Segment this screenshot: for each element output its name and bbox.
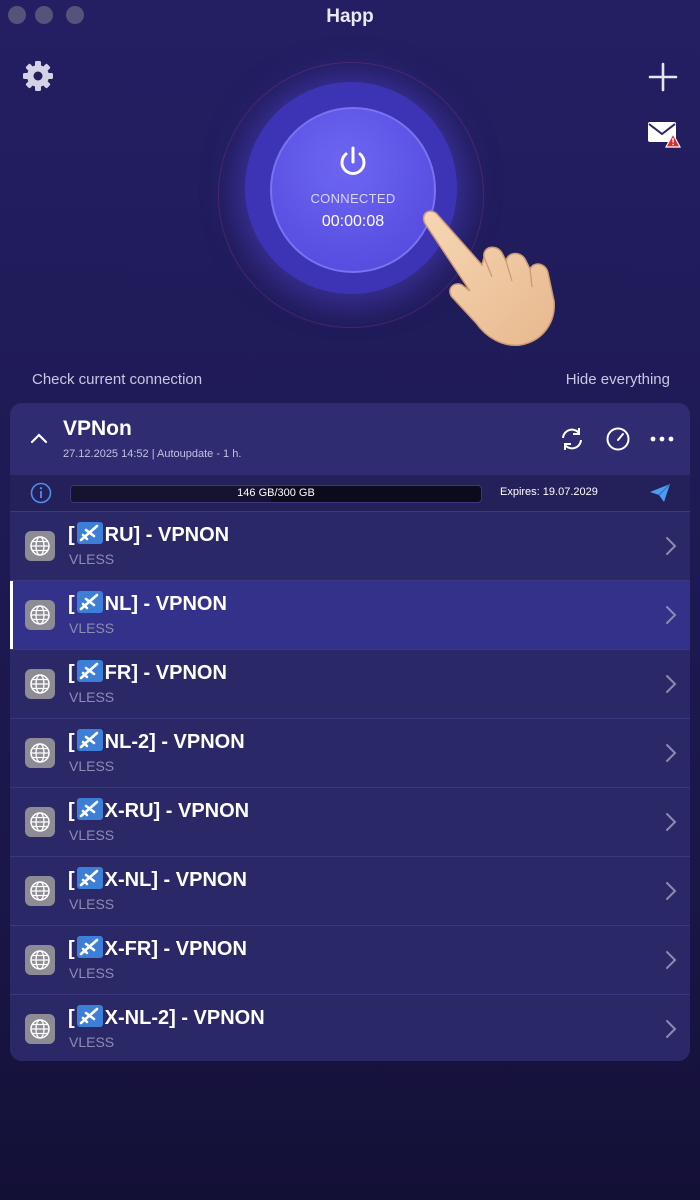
- chevron-right-icon: [666, 882, 677, 900]
- airplane-icon: [76, 522, 103, 544]
- globe-icon: [25, 669, 55, 699]
- chevron-right-icon: [666, 675, 677, 693]
- server-title: RU] - VPNON: [104, 524, 230, 546]
- globe-icon: [25, 876, 55, 906]
- chevron-right-icon: [666, 1020, 677, 1038]
- server-row[interactable]: [ X-NL-2] - VPNON VLESS: [10, 994, 690, 1061]
- server-name: [ NL-2] - VPNON: [68, 729, 245, 754]
- chevron-up-icon[interactable]: [28, 427, 50, 449]
- server-protocol: VLESS: [69, 896, 115, 912]
- airplane-icon: [76, 660, 103, 682]
- airplane-icon: [76, 591, 103, 613]
- chevron-right-icon: [666, 537, 677, 555]
- server-flag-bracket: [: [68, 593, 75, 615]
- server-protocol: VLESS: [69, 1034, 115, 1050]
- server-row[interactable]: [ NL] - VPNON VLESS: [10, 580, 690, 649]
- server-protocol: VLESS: [69, 758, 115, 774]
- server-flag-bracket: [: [68, 1007, 75, 1029]
- globe-icon: [25, 600, 55, 630]
- telegram-send-icon[interactable]: [648, 481, 672, 505]
- connection-status: CONNECTED: [310, 191, 396, 206]
- connection-timer: 00:00:08: [321, 213, 385, 230]
- globe-icon: [25, 738, 55, 768]
- server-protocol: VLESS: [69, 827, 115, 843]
- globe-icon: [25, 945, 55, 975]
- mail-alert-icon[interactable]: [646, 116, 682, 150]
- server-flag-bracket: [: [68, 731, 75, 753]
- subscription-header: VPNon 27.12.2025 14:52 | Autoupdate - 1 …: [10, 403, 690, 475]
- server-name: [ X-NL] - VPNON: [68, 867, 247, 892]
- title-bar: Happ: [0, 0, 700, 36]
- subscription-card: VPNon 27.12.2025 14:52 | Autoupdate - 1 …: [10, 403, 690, 1061]
- server-row[interactable]: [ X-NL] - VPNON VLESS: [10, 856, 690, 925]
- server-title: X-RU] - VPNON: [104, 800, 250, 822]
- airplane-icon: [76, 936, 103, 958]
- plus-icon[interactable]: [644, 58, 682, 96]
- server-title: X-NL-2] - VPNON: [104, 1007, 265, 1029]
- server-flag-bracket: [: [68, 869, 75, 891]
- server-list: [ RU] - VPNON VLESS [ NL] - VPNON VLESS [ F…: [10, 511, 690, 1061]
- expires-label: Expires: 19.07.2029: [500, 486, 598, 498]
- subscription-meta: 27.12.2025 14:52 | Autoupdate - 1 h.: [63, 448, 242, 460]
- traffic-row: 146 GB/300 GB Expires: 19.07.2029: [10, 475, 690, 511]
- server-name: [ X-NL-2] - VPNON: [68, 1005, 265, 1030]
- server-row[interactable]: [ FR] - VPNON VLESS: [10, 649, 690, 718]
- chevron-right-icon: [666, 606, 677, 624]
- hide-everything-link[interactable]: Hide everything: [566, 371, 670, 388]
- airplane-icon: [76, 867, 103, 889]
- power-icon: [340, 146, 366, 175]
- server-protocol: VLESS: [69, 551, 115, 567]
- info-icon[interactable]: [30, 482, 52, 504]
- server-row[interactable]: [ X-RU] - VPNON VLESS: [10, 787, 690, 856]
- server-flag-bracket: [: [68, 662, 75, 684]
- server-protocol: VLESS: [69, 620, 115, 636]
- airplane-icon: [76, 1005, 103, 1027]
- airplane-icon: [76, 798, 103, 820]
- more-icon[interactable]: [648, 425, 676, 453]
- airplane-icon: [76, 729, 103, 751]
- chevron-right-icon: [666, 813, 677, 831]
- server-name: [ NL] - VPNON: [68, 591, 227, 616]
- chevron-right-icon: [666, 744, 677, 762]
- server-name: [ X-RU] - VPNON: [68, 798, 249, 823]
- server-protocol: VLESS: [69, 689, 115, 705]
- server-name: [ X-FR] - VPNON: [68, 936, 247, 961]
- server-row[interactable]: [ RU] - VPNON VLESS: [10, 511, 690, 580]
- traffic-label: 146 GB/300 GB: [237, 487, 315, 499]
- server-title: FR] - VPNON: [104, 662, 227, 684]
- traffic-progress-bar: 146 GB/300 GB: [70, 485, 482, 503]
- gear-icon[interactable]: [20, 58, 56, 94]
- refresh-icon[interactable]: [558, 425, 586, 453]
- server-title: NL] - VPNON: [104, 593, 227, 615]
- subscription-name: VPNon: [63, 417, 132, 440]
- server-name: [ FR] - VPNON: [68, 660, 227, 685]
- server-name: [ RU] - VPNON: [68, 522, 229, 547]
- server-flag-bracket: [: [68, 800, 75, 822]
- app-title: Happ: [326, 6, 374, 27]
- server-row[interactable]: [ X-FR] - VPNON VLESS: [10, 925, 690, 994]
- globe-icon: [25, 1014, 55, 1044]
- speedometer-icon[interactable]: [604, 425, 632, 453]
- globe-icon: [25, 807, 55, 837]
- server-title: NL-2] - VPNON: [104, 731, 245, 753]
- server-title: X-FR] - VPNON: [104, 938, 247, 960]
- pointing-hand-icon: [422, 210, 555, 346]
- server-protocol: VLESS: [69, 965, 115, 981]
- server-row[interactable]: [ NL-2] - VPNON VLESS: [10, 718, 690, 787]
- server-flag-bracket: [: [68, 938, 75, 960]
- globe-icon: [25, 531, 55, 561]
- chevron-right-icon: [666, 951, 677, 969]
- server-title: X-NL] - VPNON: [104, 869, 247, 891]
- check-connection-link[interactable]: Check current connection: [32, 371, 202, 388]
- server-flag-bracket: [: [68, 524, 75, 546]
